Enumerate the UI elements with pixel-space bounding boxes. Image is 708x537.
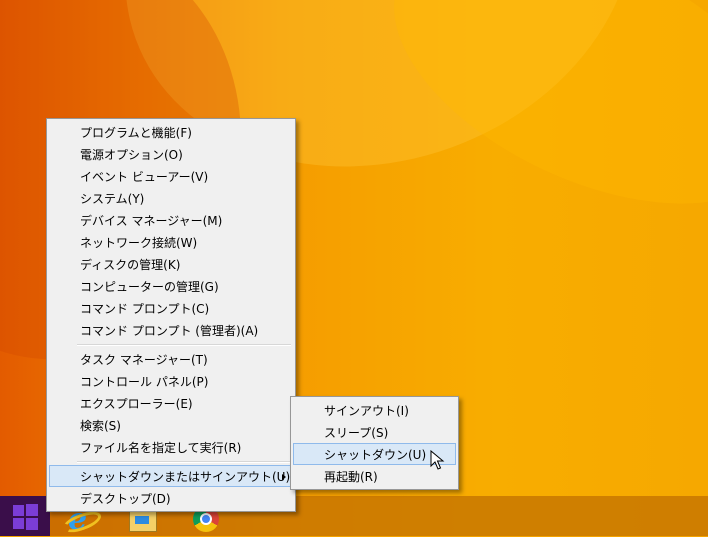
menu-item-label: 検索(S) — [80, 419, 121, 433]
menu-item-programs-features[interactable]: プログラムと機能(F) — [49, 121, 293, 143]
menu-item-label: シャットダウンまたはサインアウト(U) — [80, 470, 291, 484]
menu-item-disk-management[interactable]: ディスクの管理(K) — [49, 253, 293, 275]
menu-item-label: 電源オプション(O) — [80, 148, 183, 162]
menu-item-label: 再起動(R) — [324, 470, 378, 484]
shutdown-submenu: サインアウト(I) スリープ(S) シャットダウン(U) 再起動(R) — [290, 396, 459, 490]
menu-item-command-prompt-admin[interactable]: コマンド プロンプト (管理者)(A) — [49, 319, 293, 341]
menu-item-label: コマンド プロンプト(C) — [80, 302, 210, 316]
menu-item-shutdown-or-signout[interactable]: シャットダウンまたはサインアウト(U) — [49, 465, 293, 487]
menu-item-label: エクスプローラー(E) — [80, 397, 193, 411]
menu-item-command-prompt[interactable]: コマンド プロンプト(C) — [49, 297, 293, 319]
menu-item-label: イベント ビューアー(V) — [80, 170, 209, 184]
menu-item-desktop[interactable]: デスクトップ(D) — [49, 487, 293, 509]
menu-item-task-manager[interactable]: タスク マネージャー(T) — [49, 348, 293, 370]
submenu-arrow-icon — [282, 474, 286, 480]
menu-item-power-options[interactable]: 電源オプション(O) — [49, 143, 293, 165]
menu-item-label: デバイス マネージャー(M) — [80, 214, 223, 228]
menu-item-label: シャットダウン(U) — [324, 448, 427, 462]
winx-context-menu: プログラムと機能(F) 電源オプション(O) イベント ビューアー(V) システ… — [46, 118, 296, 512]
menu-item-run[interactable]: ファイル名を指定して実行(R) — [49, 436, 293, 458]
mouse-cursor-icon — [430, 450, 445, 470]
windows-start-icon[interactable] — [0, 496, 50, 536]
menu-item-control-panel[interactable]: コントロール パネル(P) — [49, 370, 293, 392]
menu-item-label: スリープ(S) — [324, 426, 389, 440]
menu-item-system[interactable]: システム(Y) — [49, 187, 293, 209]
menu-item-sign-out[interactable]: サインアウト(I) — [293, 399, 456, 421]
menu-item-device-manager[interactable]: デバイス マネージャー(M) — [49, 209, 293, 231]
menu-item-sleep[interactable]: スリープ(S) — [293, 421, 456, 443]
menu-separator — [77, 344, 291, 346]
menu-item-network-connections[interactable]: ネットワーク接続(W) — [49, 231, 293, 253]
menu-item-label: デスクトップ(D) — [80, 492, 171, 506]
menu-item-label: ネットワーク接続(W) — [80, 236, 198, 250]
menu-item-label: タスク マネージャー(T) — [80, 353, 208, 367]
menu-item-label: プログラムと機能(F) — [80, 126, 192, 140]
menu-item-label: コンピューターの管理(G) — [80, 280, 219, 294]
menu-item-explorer[interactable]: エクスプローラー(E) — [49, 392, 293, 414]
menu-item-label: システム(Y) — [80, 192, 145, 206]
menu-item-label: ディスクの管理(K) — [80, 258, 181, 272]
menu-item-label: ファイル名を指定して実行(R) — [80, 441, 242, 455]
menu-item-search[interactable]: 検索(S) — [49, 414, 293, 436]
menu-item-label: サインアウト(I) — [324, 404, 409, 418]
menu-item-label: コマンド プロンプト (管理者)(A) — [80, 324, 259, 338]
menu-item-computer-management[interactable]: コンピューターの管理(G) — [49, 275, 293, 297]
menu-item-event-viewer[interactable]: イベント ビューアー(V) — [49, 165, 293, 187]
menu-item-label: コントロール パネル(P) — [80, 375, 209, 389]
menu-separator — [77, 461, 291, 463]
